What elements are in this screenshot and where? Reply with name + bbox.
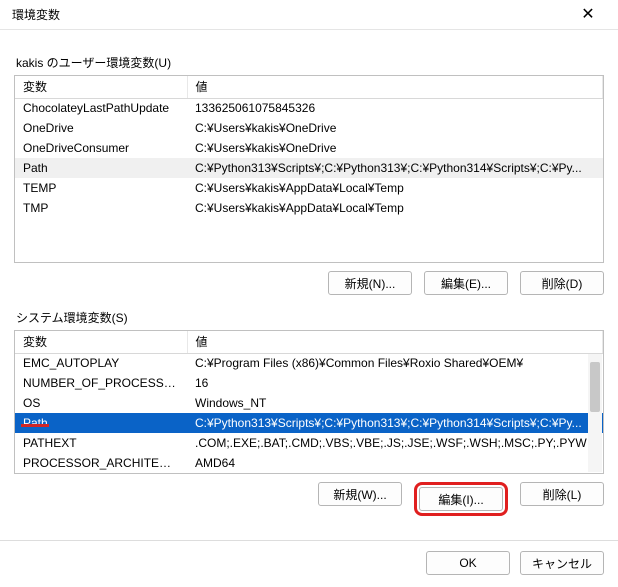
dialog-footer: OK キャンセル: [0, 540, 618, 587]
table-row[interactable]: OneDriveConsumerC:¥Users¥kakis¥OneDrive: [15, 138, 603, 158]
cancel-button[interactable]: キャンセル: [520, 551, 604, 575]
table-row-selected[interactable]: PathC:¥Python313¥Scripts¥;C:¥Python313¥;…: [15, 158, 603, 178]
user-col-variable[interactable]: 変数: [15, 76, 187, 98]
table-row[interactable]: PROCESSOR_IDENTIFIERIntel64 Family 6 Mod…: [15, 473, 603, 474]
scrollbar[interactable]: [588, 354, 602, 472]
user-edit-button[interactable]: 編集(E)...: [424, 271, 508, 295]
table-row[interactable]: PATHEXT.COM;.EXE;.BAT;.CMD;.VBS;.VBE;.JS…: [15, 433, 603, 453]
ok-button[interactable]: OK: [426, 551, 510, 575]
table-row[interactable]: TMPC:¥Users¥kakis¥AppData¥Local¥Temp: [15, 198, 603, 218]
table-row-selected[interactable]: PathC:¥Python313¥Scripts¥;C:¥Python313¥;…: [15, 413, 603, 433]
sys-col-value[interactable]: 値: [187, 331, 603, 353]
dialog-content: kakis のユーザー環境変数(U) 変数 値 ChocolateyLastPa…: [0, 30, 618, 526]
titlebar: 環境変数 ✕: [0, 0, 618, 30]
user-col-value[interactable]: 値: [187, 76, 603, 98]
window-title: 環境変数: [12, 6, 60, 23]
close-icon[interactable]: ✕: [570, 0, 606, 30]
user-new-button[interactable]: 新規(N)...: [328, 271, 412, 295]
sys-col-variable[interactable]: 変数: [15, 331, 187, 353]
system-delete-button[interactable]: 削除(L): [520, 482, 604, 506]
user-vars-table-wrap: 変数 値 ChocolateyLastPathUpdate13362506107…: [14, 75, 604, 263]
table-row[interactable]: OSWindows_NT: [15, 393, 603, 413]
table-row[interactable]: OneDriveC:¥Users¥kakis¥OneDrive: [15, 118, 603, 138]
system-vars-label: システム環境変数(S): [16, 309, 604, 326]
annotation-underline: [21, 424, 49, 427]
user-delete-button[interactable]: 削除(D): [520, 271, 604, 295]
annotation-highlight: 編集(I)...: [414, 482, 508, 516]
table-row[interactable]: TEMPC:¥Users¥kakis¥AppData¥Local¥Temp: [15, 178, 603, 198]
user-vars-label: kakis のユーザー環境変数(U): [16, 54, 604, 71]
user-buttons-row: 新規(N)... 編集(E)... 削除(D): [14, 271, 604, 295]
system-vars-table-wrap: 変数 値 EMC_AUTOPLAYC:¥Program Files (x86)¥…: [14, 330, 604, 474]
scrollbar-thumb[interactable]: [590, 362, 600, 412]
system-new-button[interactable]: 新規(W)...: [318, 482, 402, 506]
system-buttons-row: 新規(W)... 編集(I)... 削除(L): [14, 482, 604, 516]
table-row[interactable]: PROCESSOR_ARCHITECTUREAMD64: [15, 453, 603, 473]
system-vars-table[interactable]: 変数 値 EMC_AUTOPLAYC:¥Program Files (x86)¥…: [15, 331, 603, 474]
table-row[interactable]: ChocolateyLastPathUpdate1336250610758453…: [15, 98, 603, 118]
user-vars-table[interactable]: 変数 値 ChocolateyLastPathUpdate13362506107…: [15, 76, 603, 218]
system-edit-button[interactable]: 編集(I)...: [419, 487, 503, 511]
table-row[interactable]: NUMBER_OF_PROCESSORS16: [15, 373, 603, 393]
table-row[interactable]: EMC_AUTOPLAYC:¥Program Files (x86)¥Commo…: [15, 353, 603, 373]
